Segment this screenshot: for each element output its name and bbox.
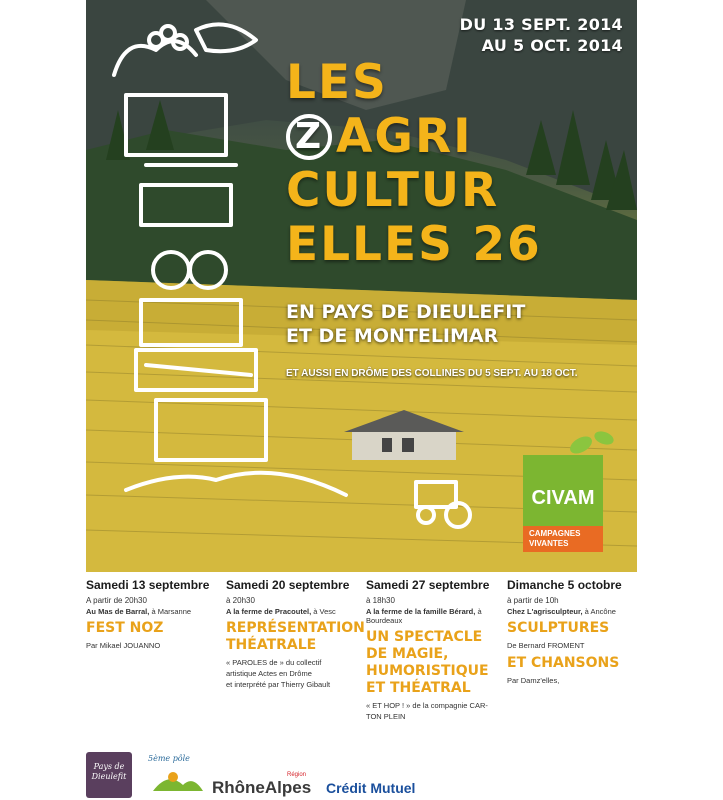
event-title-line: HUMORISTIQUE	[366, 663, 489, 679]
civam-tagline-1: CAMPAGNES	[529, 529, 581, 538]
event-title: SCULPTURES	[507, 620, 637, 637]
event-title-line: THÉATRALE	[226, 637, 317, 653]
event-performer-2: Par Damz'elles,	[507, 676, 560, 685]
rhonealpes-region: Région	[287, 772, 307, 778]
title-line-1: LES	[286, 55, 388, 110]
event-place-name: Chez L'agrisculpteur,	[507, 607, 583, 616]
event-time: A partir de 20h30	[86, 596, 147, 605]
subtitle-line-2: ET DE MONTELIMAR	[286, 325, 499, 347]
event-1: Samedi 13 septembre A partir de 20h30 Au…	[86, 578, 224, 651]
civam-tagline: CAMPAGNES VIVANTES	[523, 526, 603, 552]
date-start: DU 13 SEPT. 2014	[459, 15, 623, 34]
event-date: Samedi 13 septembre	[86, 578, 210, 592]
pole-text: 5ème pôle	[148, 754, 190, 763]
event-performer-line: « PAROLES de » du collectif	[226, 658, 322, 667]
title-line-3: CULTUR	[286, 163, 500, 218]
event-title: REPRÉSENTATION THÉATRALE	[226, 620, 365, 654]
event-title-2: ET CHANSONS	[507, 655, 637, 672]
event-title-line: UN SPECTACLE	[366, 629, 483, 645]
dieulefit-logo: Pays de Dieulefit	[86, 752, 132, 798]
event-title-line: ET THÉATRAL	[366, 680, 471, 696]
event-performer: « ET HOP ! » de la compagnie CAR- TON PL…	[366, 700, 504, 722]
event-time: à 20h30	[226, 596, 255, 605]
poster-title: LES Z AGRI CULTUR ELLES 26	[286, 56, 542, 272]
event-place-name: Au Mas de Barral,	[86, 607, 150, 616]
credit-mutuel-logo: Crédit Mutuel	[326, 780, 415, 796]
event-time: à 18h30	[366, 596, 395, 605]
event-time: à partir de 10h	[507, 596, 559, 605]
event-place-town: à Vesc	[311, 607, 336, 616]
event-date: Samedi 20 septembre	[226, 578, 350, 592]
event-4: Dimanche 5 octobre à partir de 10h Chez …	[507, 578, 637, 686]
title-line-2-rest: AGRI	[336, 109, 473, 164]
event-performer: De Bernard FROMENT	[507, 641, 585, 650]
event-performer-line: « ET HOP ! » de la compagnie CAR-	[366, 701, 488, 710]
event-title: FEST NOZ	[86, 620, 224, 637]
pole-hills-icon	[153, 772, 203, 791]
event-performer-line: artistique Actes en Drôme	[226, 669, 312, 678]
dieulefit-line-2: Dieulefit	[91, 772, 127, 781]
title-z-circle: Z	[286, 114, 332, 160]
title-line-2: Z AGRI	[286, 110, 542, 164]
event-date: Dimanche 5 octobre	[507, 578, 622, 592]
event-title-line: FEST NOZ	[86, 620, 164, 636]
event-performer-line: et interprété par Thierry Gibault	[226, 680, 331, 689]
title-line-4: ELLES 26	[286, 217, 542, 272]
event-title-line: SCULPTURES	[507, 620, 610, 636]
civam-name: CIVAM	[523, 455, 603, 526]
event-place-town: à Marsanne	[149, 607, 192, 616]
event-place: Au Mas de Barral, à Marsanne	[86, 607, 224, 616]
event-title: UN SPECTACLE DE MAGIE, HUMORISTIQUE ET T…	[366, 629, 504, 697]
event-place-town: à Ancône	[582, 607, 616, 616]
civam-tagline-2: VIVANTES	[529, 539, 569, 548]
event-title-line: REPRÉSENTATION	[226, 620, 365, 636]
sponsor-logos: Pays de Dieulefit 5ème pôle RhôneAlpes R…	[86, 748, 637, 800]
event-title-line: DE MAGIE,	[366, 646, 449, 662]
event-3: Samedi 27 septembre à 18h30 A la ferme d…	[366, 578, 504, 722]
rhonealpes-logo: RhôneAlpes Région	[212, 772, 312, 798]
event-place: A la ferme de Pracoutel, à Vesc	[226, 607, 364, 616]
events-section: Samedi 13 septembre A partir de 20h30 Au…	[86, 578, 637, 721]
event-place-name: A la ferme de Pracoutel,	[226, 607, 312, 616]
subtitle-line-1: EN PAYS DE DIEULEFIT	[286, 301, 526, 323]
credit-mutuel-text: Crédit Mutuel	[326, 780, 416, 796]
event-title-line: ET CHANSONS	[507, 655, 620, 671]
event-place-name: A la ferme de la famille Bérard,	[366, 607, 476, 616]
event-dates: DU 13 SEPT. 2014 AU 5 OCT. 2014	[460, 14, 623, 56]
event-performer: Par Mikael JOUANNO	[86, 641, 161, 650]
event-performer: « PAROLES de » du collectif artistique A…	[226, 657, 364, 690]
date-end: AU 5 OCT. 2014	[481, 36, 623, 55]
rhonealpes-text: RhôneAlpes	[212, 778, 312, 797]
pole-logo: 5ème pôle	[148, 754, 208, 798]
event-date: Samedi 27 septembre	[366, 578, 490, 592]
event-performer-line: TON PLEIN	[366, 712, 406, 721]
event-2: Samedi 20 septembre à 20h30 A la ferme d…	[226, 578, 365, 690]
event-place: Chez L'agrisculpteur, à Ancône	[507, 607, 637, 616]
event-place: A la ferme de la famille Bérard, à Bourd…	[366, 607, 504, 625]
poster-image: DU 13 SEPT. 2014 AU 5 OCT. 2014 LES Z AGR…	[86, 0, 637, 572]
dieulefit-line-1: Pays de	[93, 762, 125, 771]
poster-subtitle: EN PAYS DE DIEULEFIT ET DE MONTELIMAR	[286, 300, 525, 348]
also-note: ET AUSSI EN DRÔME DES COLLINES DU 5 SEPT…	[286, 368, 578, 379]
civam-logo: CIVAM CAMPAGNES VIVANTES	[523, 455, 603, 552]
